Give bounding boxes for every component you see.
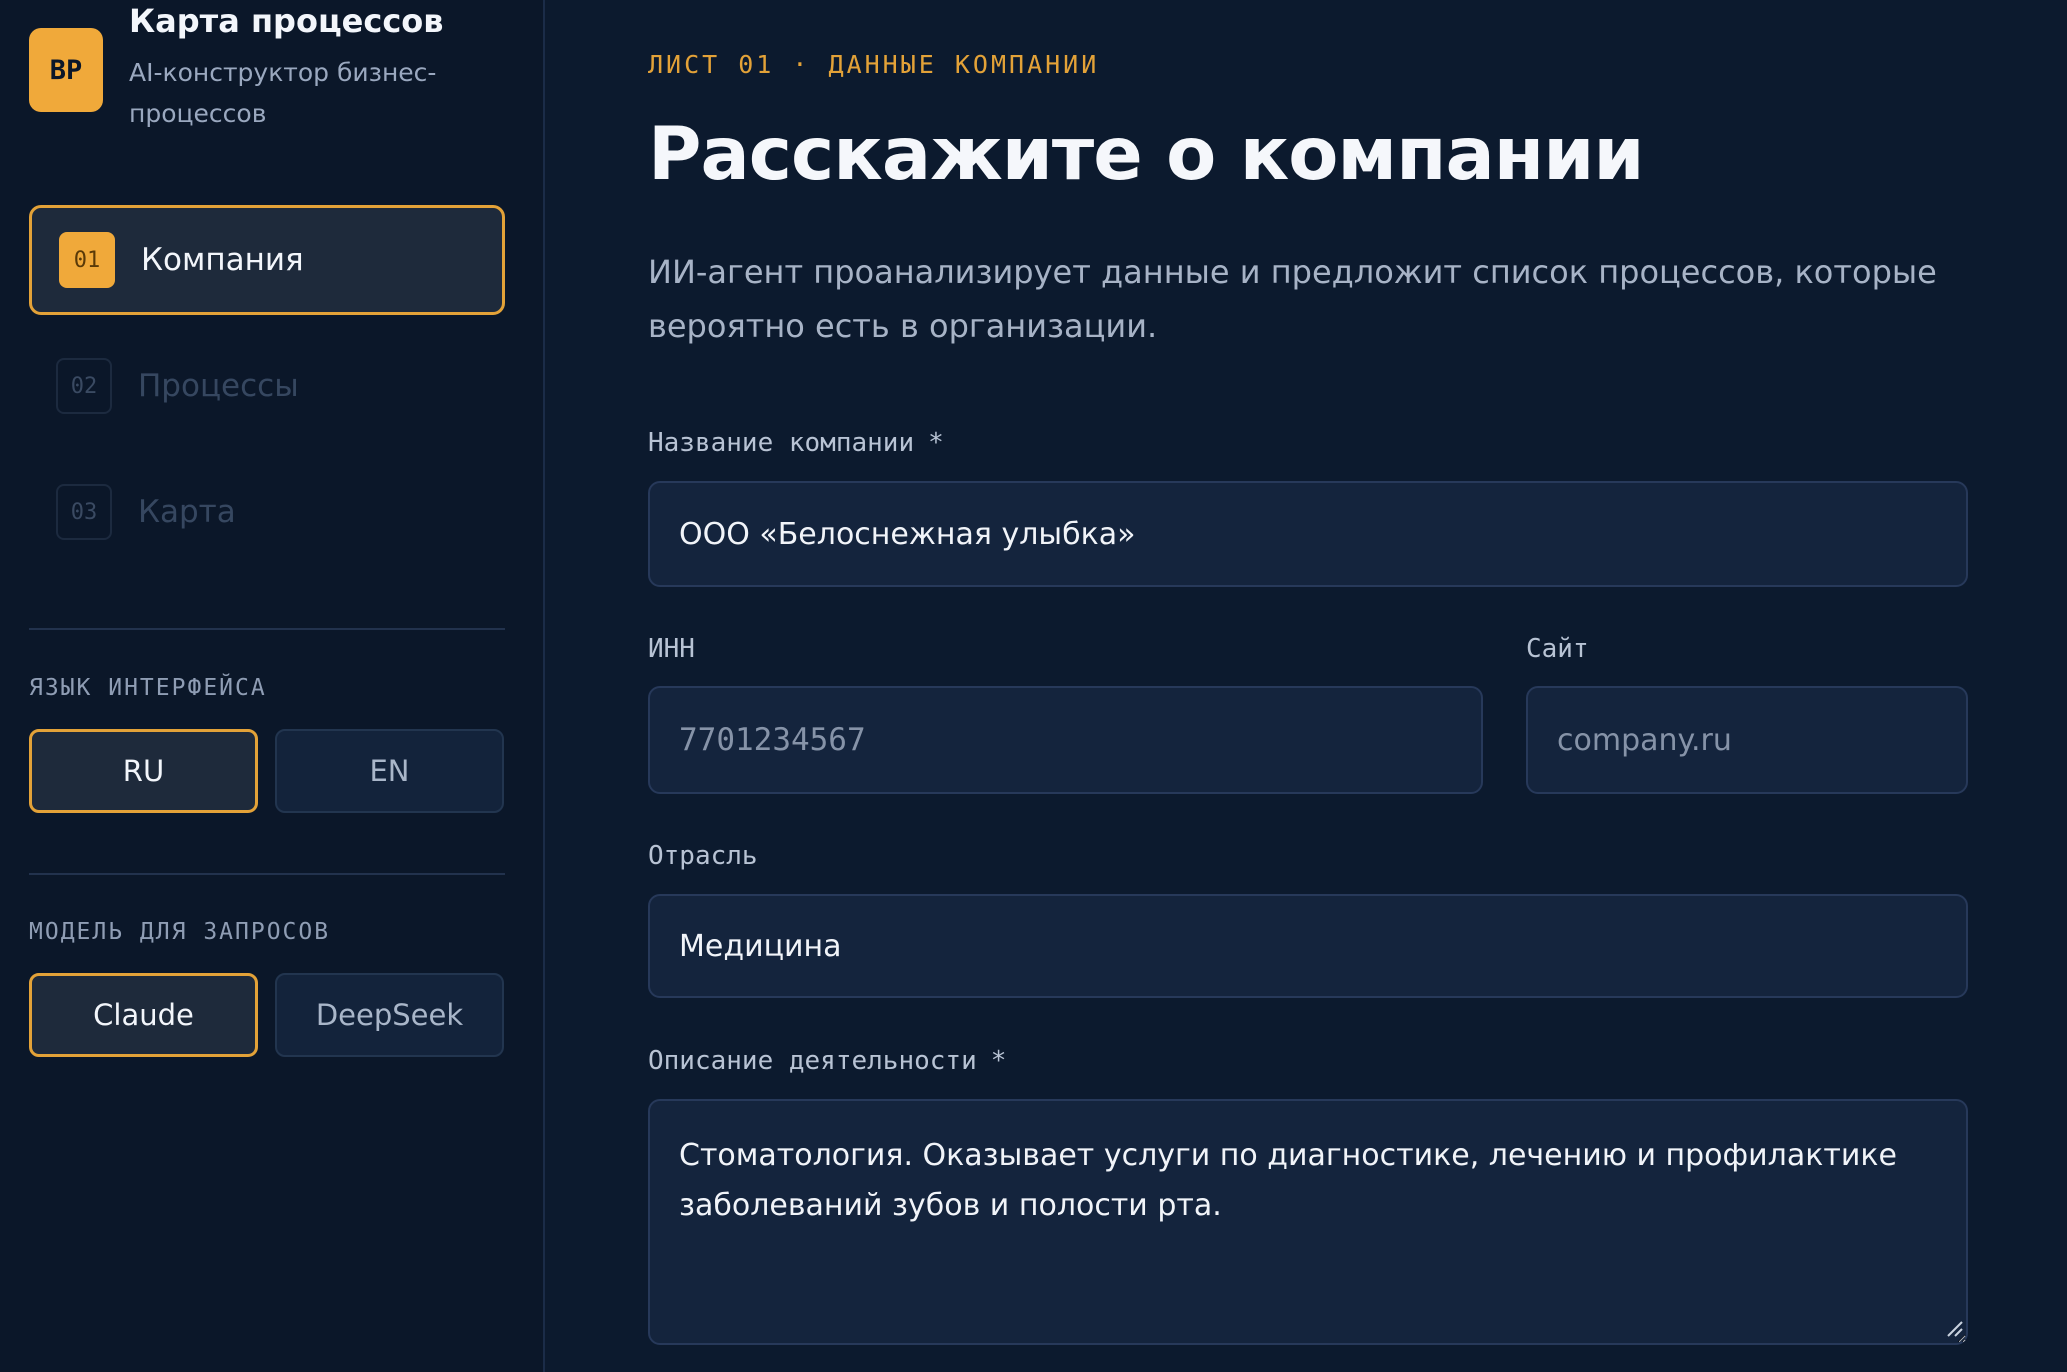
language-en-button[interactable]: EN <box>275 729 504 813</box>
required-mark: * <box>928 428 944 458</box>
resize-grip-icon[interactable] <box>1944 1318 1964 1338</box>
page-description: ИИ-агент проанализирует данные и предлож… <box>648 253 1937 345</box>
brand-logo: BP <box>29 28 103 112</box>
language-ru-button[interactable]: RU <box>29 729 258 813</box>
main-content: ЛИСТ 01 · ДАННЫЕ КОМПАНИИ Расскажите о к… <box>545 0 2067 1372</box>
model-section-label: МОДЕЛЬ ДЛЯ ЗАПРОСОВ <box>29 919 331 945</box>
step-processes[interactable]: 02 Процессы <box>29 331 505 441</box>
brand-title: Карта процессов <box>129 2 444 40</box>
brand-subtitle: AI-конструктор бизнес-процессов <box>129 58 437 128</box>
step-number: 03 <box>56 484 112 540</box>
description-label-text: Описание деятельности <box>648 1046 977 1076</box>
step-label: Процессы <box>138 368 299 404</box>
company-name-label-text: Название компании <box>648 428 915 458</box>
page-title: Расскажите о компании <box>648 112 1645 197</box>
site-label: Сайт <box>1526 634 1589 664</box>
description-label: Описание деятельности * <box>648 1046 1006 1076</box>
inn-input[interactable] <box>648 686 1483 794</box>
step-number: 01 <box>59 232 115 288</box>
language-section-label: ЯЗЫК ИНТЕРФЕЙСА <box>29 675 267 701</box>
industry-input[interactable] <box>648 894 1968 998</box>
sidebar: BP Карта процессов AI-конструктор бизнес… <box>0 0 545 1372</box>
company-name-input[interactable] <box>648 481 1968 587</box>
sheet-eyebrow: ЛИСТ 01 · ДАННЫЕ КОМПАНИИ <box>648 50 1100 79</box>
model-claude-button[interactable]: Claude <box>29 973 258 1057</box>
model-deepseek-button[interactable]: DeepSeek <box>275 973 504 1057</box>
step-label: Карта <box>138 494 236 530</box>
step-map[interactable]: 03 Карта <box>29 457 505 567</box>
site-input[interactable] <box>1526 686 1968 794</box>
step-label: Компания <box>141 242 304 278</box>
app-window: BP Карта процессов AI-конструктор бизнес… <box>0 0 2067 1372</box>
inn-label: ИНН <box>648 634 695 664</box>
step-company[interactable]: 01 Компания <box>29 205 505 315</box>
required-mark: * <box>990 1046 1007 1076</box>
company-name-label: Название компании * <box>648 428 944 458</box>
sidebar-divider <box>29 873 505 875</box>
description-textarea[interactable]: Стоматология. Оказывает услуги по диагно… <box>648 1099 1968 1345</box>
step-number: 02 <box>56 358 112 414</box>
industry-label: Отрасль <box>648 841 758 871</box>
sidebar-divider <box>29 628 505 630</box>
